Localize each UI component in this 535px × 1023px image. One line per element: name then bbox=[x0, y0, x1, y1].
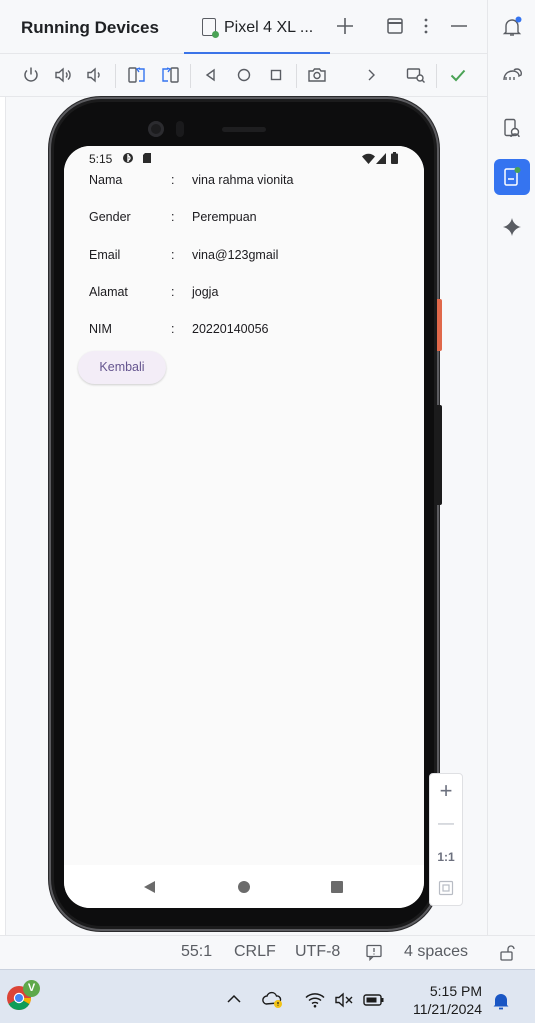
profile-detail-screen: Nama : vina rahma vionita Gender : Perem… bbox=[64, 170, 424, 865]
nav-back-icon[interactable] bbox=[143, 880, 157, 894]
field-colon: : bbox=[171, 322, 175, 336]
zoom-actual-size-button[interactable]: 1:1 bbox=[430, 847, 462, 867]
wifi-network-icon[interactable] bbox=[305, 992, 325, 1008]
line-separator[interactable]: CRLF bbox=[234, 943, 276, 961]
chrome-taskbar-icon[interactable]: V bbox=[6, 980, 40, 1011]
field-label-nama: Nama bbox=[89, 173, 123, 187]
chevron-right-icon[interactable] bbox=[360, 64, 382, 86]
more-options-icon[interactable] bbox=[414, 14, 438, 38]
gradle-elephant-icon[interactable] bbox=[494, 56, 530, 92]
chevron-up-icon[interactable] bbox=[226, 994, 242, 1004]
zoom-out-button[interactable]: — bbox=[430, 812, 462, 836]
comment-icon[interactable] bbox=[365, 943, 383, 961]
zoom-in-button[interactable]: + bbox=[430, 778, 462, 804]
device-toolbar bbox=[0, 55, 487, 97]
field-value-nama: vina rahma vionita bbox=[192, 173, 294, 187]
cell-signal-icon bbox=[376, 153, 386, 164]
volume-down-icon[interactable] bbox=[83, 64, 105, 86]
window-layout-icon[interactable] bbox=[383, 14, 407, 38]
indent-setting[interactable]: 4 spaces bbox=[404, 943, 468, 961]
caret-position[interactable]: 55:1 bbox=[181, 943, 212, 961]
toolbar-divider bbox=[190, 64, 191, 88]
device-manager-icon[interactable] bbox=[494, 110, 530, 146]
toolbar-divider bbox=[296, 64, 297, 88]
file-encoding[interactable]: UTF-8 bbox=[295, 943, 340, 961]
running-devices-icon[interactable] bbox=[494, 159, 530, 195]
camera-screenshot-icon[interactable] bbox=[306, 64, 328, 86]
field-colon: : bbox=[171, 210, 175, 224]
field-colon: : bbox=[171, 173, 175, 187]
system-clock[interactable]: 5:15 PM 11/21/2024 bbox=[390, 982, 482, 1018]
nav-overview-icon[interactable] bbox=[330, 880, 344, 894]
tab-label: Pixel 4 XL ... bbox=[224, 19, 314, 36]
right-tool-strip bbox=[487, 0, 535, 935]
earpiece-speaker bbox=[222, 127, 266, 132]
add-device-icon[interactable] bbox=[333, 14, 357, 38]
front-sensor bbox=[176, 121, 184, 137]
sd-card-icon bbox=[143, 153, 151, 163]
front-camera bbox=[148, 121, 164, 137]
phone-volume-button[interactable] bbox=[437, 405, 442, 505]
field-value-nim: 20220140056 bbox=[192, 322, 269, 336]
field-value-email: vina@123gmail bbox=[192, 248, 279, 262]
chrome-profile-avatar: V bbox=[23, 980, 40, 997]
field-label-email: Email bbox=[89, 248, 121, 262]
minimize-icon[interactable] bbox=[447, 14, 471, 38]
power-icon[interactable] bbox=[20, 64, 42, 86]
app-notification-icon bbox=[123, 153, 133, 163]
phone-power-button[interactable] bbox=[437, 299, 442, 351]
battery-icon bbox=[391, 152, 398, 164]
overview-square-icon[interactable] bbox=[265, 64, 287, 86]
tab-device-pixel-4-xl[interactable]: Pixel 4 XL ... bbox=[184, 0, 330, 54]
gemini-sparkle-icon[interactable] bbox=[494, 209, 530, 245]
windows-taskbar: V 5:15 PM 11/21/2024 bbox=[0, 969, 535, 1023]
clock-time: 5:15 PM bbox=[429, 983, 482, 999]
toolbar-divider bbox=[115, 64, 116, 88]
rotate-right-icon[interactable] bbox=[159, 64, 181, 86]
notifications-bell-icon[interactable] bbox=[494, 9, 530, 45]
wifi-icon bbox=[362, 153, 375, 164]
toolbar-divider bbox=[436, 64, 437, 88]
zoom-controls: + — 1:1 bbox=[429, 773, 463, 906]
field-colon: : bbox=[171, 285, 175, 299]
rotate-left-icon[interactable] bbox=[126, 64, 148, 86]
zoom-fit-icon[interactable] bbox=[438, 880, 454, 896]
running-devices-header: Running Devices Pixel 4 XL ... bbox=[0, 0, 487, 54]
unlock-icon[interactable] bbox=[499, 944, 515, 961]
panel-title: Running Devices bbox=[21, 18, 159, 37]
field-label-alamat: Alamat bbox=[89, 285, 128, 299]
checkmark-icon[interactable] bbox=[447, 64, 469, 86]
onedrive-warning-icon[interactable] bbox=[262, 990, 284, 1010]
android-status-bar: 5:15 bbox=[64, 146, 424, 170]
clock-date: 11/21/2024 bbox=[412, 1001, 482, 1017]
volume-up-icon[interactable] bbox=[52, 64, 74, 86]
field-label-gender: Gender bbox=[89, 210, 131, 224]
device-online-indicator bbox=[212, 31, 219, 38]
phone-screen[interactable]: 5:15 Nama : vina rahma vionita Gender : … bbox=[64, 146, 424, 908]
field-label-nim: NIM bbox=[89, 322, 112, 336]
kembali-button[interactable]: Kembali bbox=[78, 351, 166, 384]
ide-status-bar: 55:1 CRLF UTF-8 4 spaces bbox=[0, 935, 535, 969]
device-mirror-search-icon[interactable] bbox=[405, 64, 427, 86]
field-value-alamat: jogja bbox=[192, 285, 219, 299]
nav-home-icon[interactable] bbox=[237, 880, 251, 894]
notification-bell-icon[interactable] bbox=[492, 991, 510, 1011]
home-circle-icon[interactable] bbox=[233, 64, 255, 86]
back-triangle-icon[interactable] bbox=[200, 64, 222, 86]
field-value-gender: Perempuan bbox=[192, 210, 257, 224]
battery-tray-icon[interactable] bbox=[363, 993, 385, 1007]
speaker-muted-icon[interactable] bbox=[334, 992, 354, 1008]
status-time: 5:15 bbox=[89, 152, 113, 166]
android-navigation-bar bbox=[64, 865, 424, 908]
field-colon: : bbox=[171, 248, 175, 262]
